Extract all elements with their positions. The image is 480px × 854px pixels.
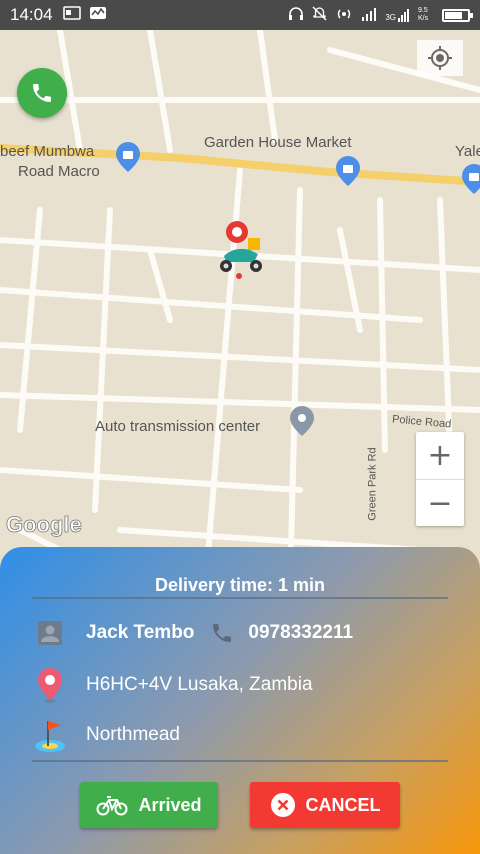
call-button[interactable] xyxy=(17,68,67,118)
divider xyxy=(32,597,448,599)
address-row: H6HC+4V Lusaka, Zambia xyxy=(32,667,313,703)
place-pin-icon[interactable] xyxy=(290,406,314,436)
delivery-sheet: Delivery time: 1 min Jack Tembo 09783322… xyxy=(0,547,480,854)
close-icon xyxy=(270,792,296,818)
bicycle-icon xyxy=(96,794,128,816)
net-speed: 9.5 K/s xyxy=(418,7,429,22)
customer-row: Jack Tembo 0978332211 xyxy=(32,615,353,651)
cancel-button[interactable]: CANCEL xyxy=(250,782,400,828)
shop-pin-icon[interactable] xyxy=(462,164,480,194)
crosshair-icon xyxy=(428,46,452,70)
map-view[interactable]: beef Mumbwa Road Macro Garden House Mark… xyxy=(0,30,480,590)
customer-name: Jack Tembo xyxy=(86,622,195,643)
zoom-controls: + − xyxy=(416,432,464,526)
my-location-button[interactable] xyxy=(417,40,463,76)
customer-phone[interactable]: 0978332211 xyxy=(248,622,353,644)
network-type: 3G xyxy=(385,13,396,22)
map-label-yale: Yale xyxy=(455,143,480,160)
map-label-road-macro: Road Macro xyxy=(18,163,100,180)
card-icon xyxy=(62,5,81,25)
rider-scooter-icon xyxy=(220,221,262,279)
delivery-address: H6HC+4V Lusaka, Zambia xyxy=(86,674,313,695)
battery-icon xyxy=(442,8,473,22)
road-network xyxy=(0,30,480,590)
destination-name: Northmead xyxy=(86,724,180,745)
delivery-time-title: Delivery time: 1 min xyxy=(154,575,326,595)
contact-icon xyxy=(32,615,68,651)
map-label-garden-house: Garden House Market xyxy=(204,134,352,151)
divider xyxy=(32,760,448,762)
status-bar: 14:04 3G 9.5 K/s xyxy=(0,0,480,30)
map-label-green-park: Green Park Rd xyxy=(366,447,379,521)
shop-pin-icon[interactable] xyxy=(336,156,360,186)
signal-icon xyxy=(361,7,377,24)
signal-3g-icon: 3G xyxy=(385,8,410,22)
arrived-label: Arrived xyxy=(138,794,202,815)
destination-flag-icon xyxy=(32,717,68,753)
cancel-label: CANCEL xyxy=(305,794,381,815)
phone-icon xyxy=(33,84,51,102)
zoom-in-button[interactable]: + xyxy=(416,432,464,479)
status-time: 14:04 xyxy=(10,5,53,24)
hotspot-icon xyxy=(335,7,353,24)
map-label-mumbwa: beef Mumbwa xyxy=(0,143,95,160)
map-label-auto-transmission: Auto transmission center xyxy=(95,418,261,435)
zoom-out-button[interactable]: − xyxy=(416,480,464,527)
headphones-icon xyxy=(288,6,304,24)
location-pin-icon xyxy=(32,667,68,703)
shop-pin-icon[interactable] xyxy=(116,142,140,172)
arrived-button[interactable]: Arrived xyxy=(80,782,218,828)
phone-icon xyxy=(210,621,234,645)
google-logo: Google xyxy=(6,512,83,538)
mute-icon xyxy=(312,6,327,24)
destination-row: Northmead xyxy=(32,717,180,753)
activity-icon xyxy=(89,5,107,25)
